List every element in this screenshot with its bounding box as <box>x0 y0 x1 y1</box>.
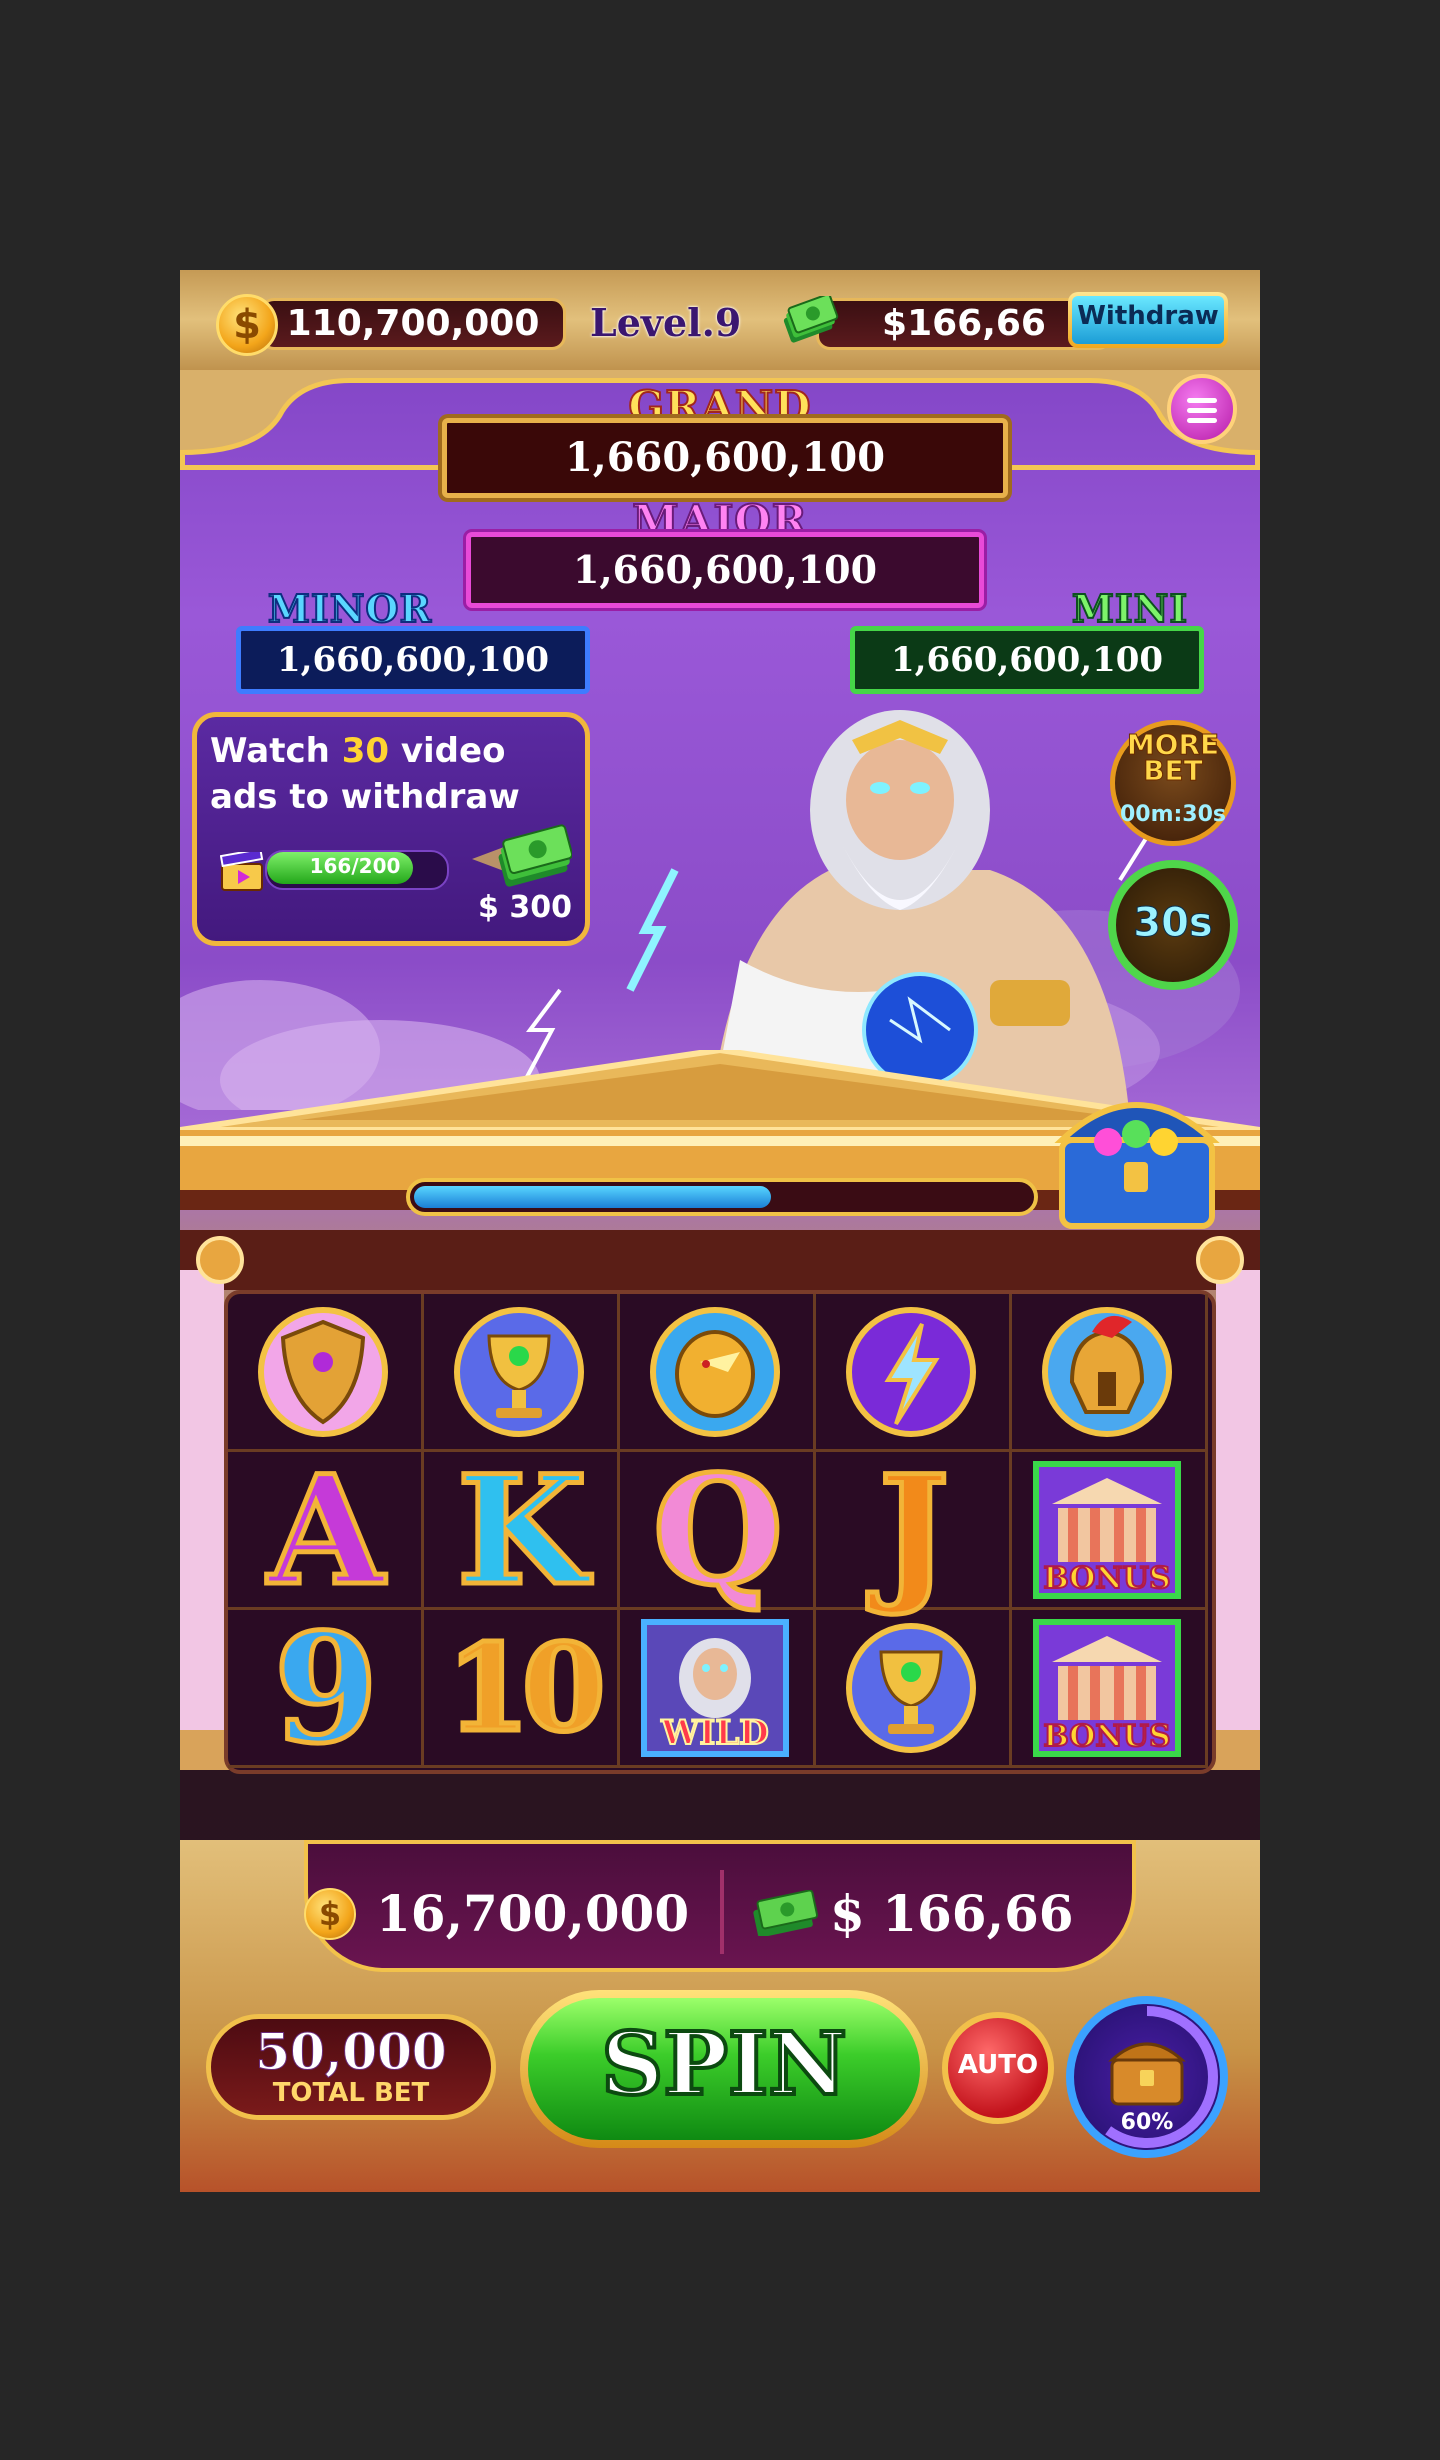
reel-symbol-lightning-icon <box>816 1294 1012 1452</box>
reel-symbol-bonus-temple-icon: BONUS <box>1012 1452 1208 1610</box>
reel-symbol-9: 9 <box>228 1610 424 1768</box>
watch-ads-text: Watch 30 video ads to withdraw <box>210 728 570 820</box>
spin-label: SPIN <box>599 2012 849 2117</box>
reel-symbol-10: 10 <box>424 1610 620 1768</box>
coin-balance: 110,700,000 <box>260 298 566 350</box>
wild-zeus-icon: WILD <box>641 1619 789 1757</box>
mini-jackpot-title: MINI <box>1071 585 1189 632</box>
ads-text-line2: ads to withdraw <box>210 777 520 817</box>
withdraw-button[interactable]: Withdraw <box>1068 292 1228 348</box>
major-jackpot-value: 1,660,600,100 <box>466 532 984 608</box>
cash-stack-icon <box>753 1890 819 1936</box>
bonus-percent: 60% <box>1120 2110 1174 2135</box>
treasure-chest-icon <box>1108 2042 1186 2106</box>
total-bet-label: TOTAL BET <box>272 2078 430 2108</box>
player-level: Level.9 <box>590 300 742 345</box>
more-bet-timer: 00m:30s <box>1119 802 1227 827</box>
reel-symbol-bonus-temple-icon: BONUS <box>1012 1610 1208 1768</box>
ads-reward-amount: $ 300 <box>478 890 572 925</box>
mini-jackpot-value: 1,660,600,100 <box>850 626 1204 694</box>
coin-icon: $ <box>216 294 278 356</box>
reel-symbol-q: Q <box>620 1452 816 1610</box>
ads-text-part: Watch <box>210 731 342 771</box>
reel-symbol-wild-zeus-icon: WILD <box>620 1610 816 1768</box>
cash-reward-icon <box>472 824 572 887</box>
total-bet-value: 50,000 <box>255 2022 447 2082</box>
level-progress-fill <box>414 1186 772 1208</box>
ads-count: 30 <box>341 731 390 771</box>
win-cash: $ 166,66 <box>830 1884 1074 1943</box>
reel-symbol-trophy-icon <box>816 1610 1012 1768</box>
treasure-chest-icon[interactable] <box>1048 1070 1224 1236</box>
win-divider <box>720 1870 724 1954</box>
symbol-a: A <box>265 1443 386 1619</box>
more-bet-label: MORE BET <box>1126 728 1220 787</box>
minor-jackpot-title: MINOR <box>267 585 433 632</box>
bonus-temple-icon: BONUS <box>1033 1461 1181 1599</box>
helmet-icon <box>1042 1307 1172 1437</box>
minor-jackpot-value: 1,660,600,100 <box>236 626 590 694</box>
eagle-ring-icon <box>650 1307 780 1437</box>
bonus-temple-icon: BONUS <box>1033 1619 1181 1757</box>
withdraw-label: Withdraw <box>1072 296 1224 344</box>
symbol-k: K <box>454 1443 589 1619</box>
bonus-timer-label: 30s <box>1133 900 1213 947</box>
wild-label: WILD <box>660 1713 768 1753</box>
menu-button[interactable] <box>1167 374 1237 444</box>
symbol-j: J <box>876 1443 952 1619</box>
auto-label: AUTO <box>957 2050 1039 2080</box>
slot-game-screen: 110,700,000 $ Level.9 $166,66 Withdraw G… <box>180 270 1260 2192</box>
cash-stack-icon <box>783 296 839 343</box>
coin-icon: $ <box>304 1888 356 1940</box>
slot-reels[interactable]: A K Q J BONUS 9 10 WILD BONUS <box>224 1290 1216 1774</box>
bonus-label: BONUS <box>1043 1561 1170 1596</box>
reel-symbol-shield-icon <box>228 1294 424 1452</box>
reel-symbol-a: A <box>228 1452 424 1610</box>
lightning-icon <box>846 1307 976 1437</box>
reel-symbol-trophy-icon <box>424 1294 620 1452</box>
ads-text-part: video <box>389 731 506 771</box>
reel-symbol-j: J <box>816 1452 1012 1610</box>
trophy-icon <box>846 1623 976 1753</box>
trophy-icon <box>454 1307 584 1437</box>
grand-jackpot-value: 1,660,600,100 <box>442 418 1008 498</box>
ads-progress-text: 166/200 <box>309 854 401 878</box>
video-clapper-icon <box>220 852 264 891</box>
shield-icon <box>258 1307 388 1437</box>
symbol-9: 9 <box>271 1601 380 1777</box>
symbol-10: 10 <box>444 1616 608 1762</box>
bonus-label: BONUS <box>1043 1719 1170 1754</box>
reel-symbol-k: K <box>424 1452 620 1610</box>
symbol-q: Q <box>650 1443 786 1619</box>
win-coins: 16,700,000 <box>376 1884 690 1943</box>
reel-symbol-helmet-icon <box>1012 1294 1208 1452</box>
reel-symbol-eagle-ring-icon <box>620 1294 816 1452</box>
